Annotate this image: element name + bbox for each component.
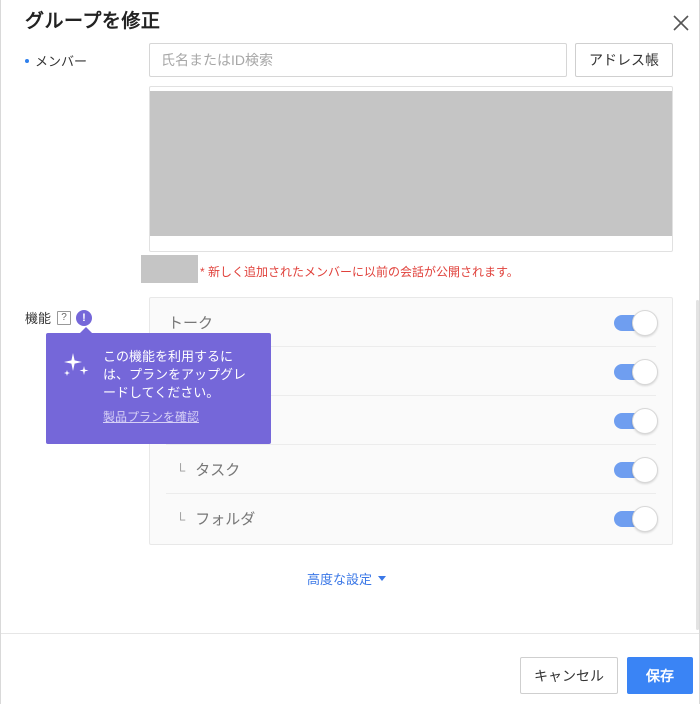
dialog-title: グループを修正 (25, 11, 161, 32)
dialog-footer: キャンセル 保存 (1, 633, 699, 704)
tooltip-text: この機能を利用するには、プランをアップグレードしてください。 (103, 349, 247, 400)
advanced-settings-toggle[interactable]: 高度な設定 (307, 569, 387, 588)
toggle-knob (632, 457, 658, 483)
sparkle-icon (64, 353, 89, 376)
feature-toggle[interactable] (614, 506, 658, 532)
upgrade-tooltip: この機能を利用するには、プランをアップグレードしてください。 製品プランを確認 (46, 327, 271, 444)
toggle-knob (632, 310, 658, 336)
feature-label-text: タスク (195, 462, 241, 479)
advanced-settings-label: 高度な設定 (307, 572, 373, 587)
toggle-knob (632, 359, 658, 385)
feature-row-task: └ タスク (166, 445, 658, 494)
cancel-button[interactable]: キャンセル (520, 657, 618, 694)
members-label-text: メンバー (35, 54, 88, 69)
product-plan-link[interactable]: 製品プランを確認 (103, 408, 199, 425)
address-book-button[interactable]: アドレス帳 (575, 43, 673, 77)
alert-icon[interactable]: ! (76, 309, 93, 326)
member-list (149, 86, 673, 252)
edit-group-dialog: グループを修正 メンバー アドレス帳 * 新しく追加されたメンバーに以前の会話が… (0, 0, 700, 704)
feature-label: └ タスク (176, 459, 240, 480)
members-label: メンバー (25, 51, 87, 70)
feature-row-folder: └ フォルダ (166, 494, 658, 543)
features-label-text: 機能 (25, 311, 52, 326)
feature-label: トーク (168, 315, 214, 332)
save-button[interactable]: 保存 (627, 657, 693, 694)
new-member-notice: * 新しく追加されたメンバーに以前の会話が公開されます。 (200, 265, 519, 279)
toggle-knob (632, 408, 658, 434)
feature-toggle[interactable] (614, 457, 658, 483)
scrollbar[interactable] (696, 300, 699, 630)
tooltip-arrow (80, 327, 92, 333)
feature-toggle[interactable] (614, 408, 658, 434)
close-icon (673, 15, 689, 31)
required-bullet (25, 58, 29, 63)
features-label: 機能 ? ! (25, 308, 93, 327)
feature-label-text: フォルダ (195, 511, 256, 528)
feature-label: └ フォルダ (176, 508, 255, 529)
help-icon[interactable]: ? (57, 310, 72, 325)
feature-toggle[interactable] (614, 310, 658, 336)
caret-down-icon (378, 576, 387, 581)
redacted-block (141, 255, 198, 283)
close-button[interactable] (670, 12, 692, 34)
member-list-content-redacted (150, 91, 672, 236)
sub-item-marker: └ (176, 463, 186, 478)
toggle-knob (632, 506, 658, 532)
member-search-input[interactable] (149, 43, 567, 77)
sub-item-marker: └ (176, 512, 186, 527)
feature-toggle[interactable] (614, 359, 658, 385)
